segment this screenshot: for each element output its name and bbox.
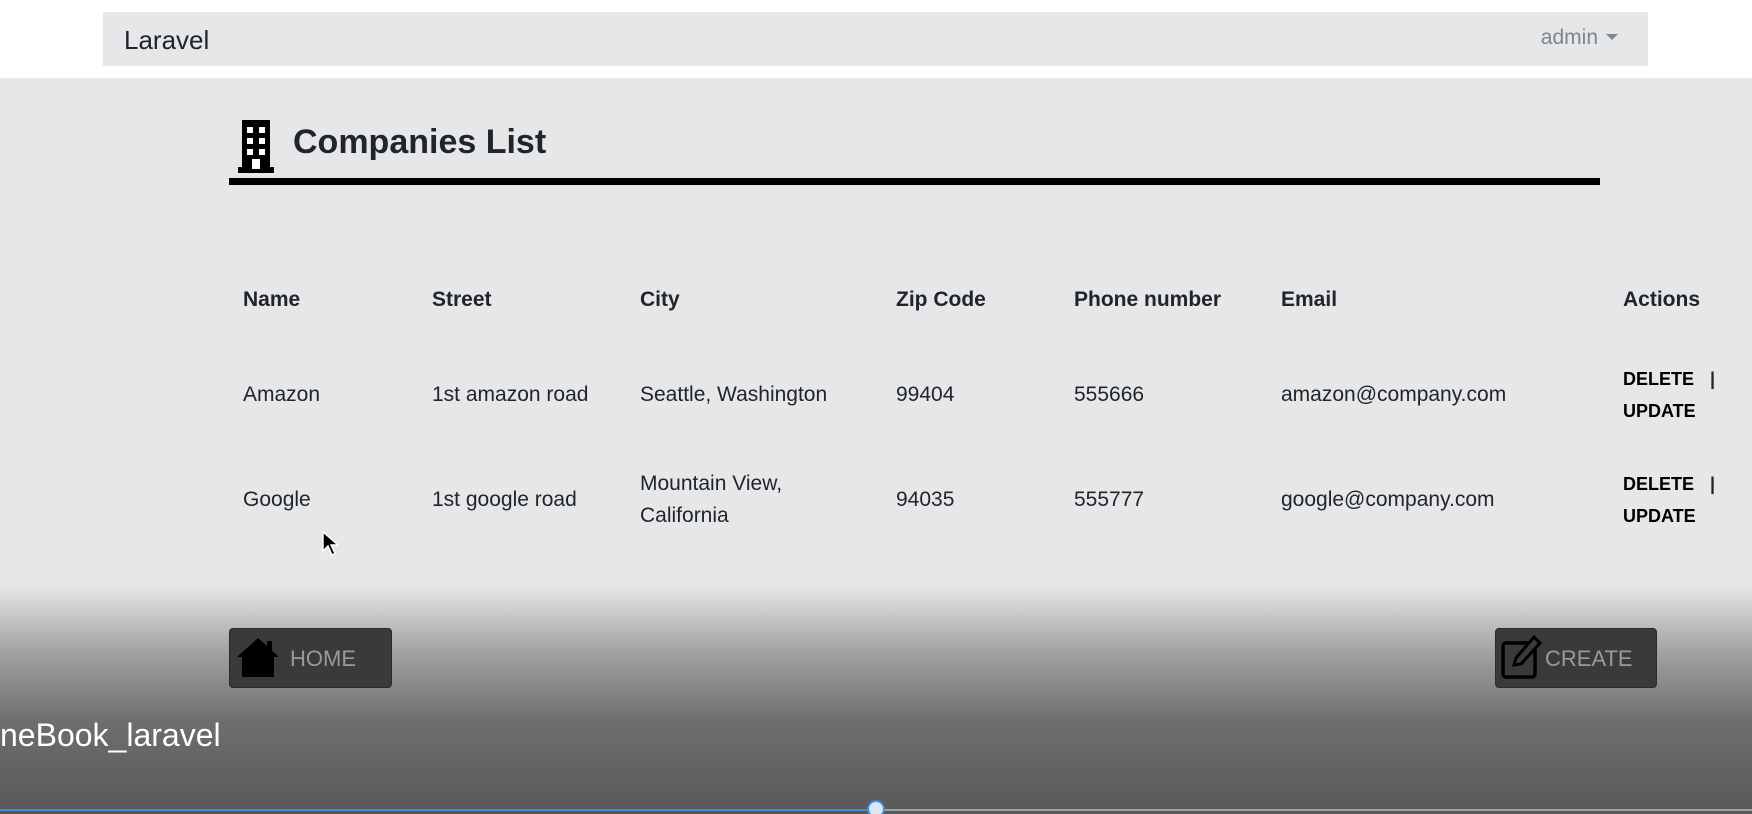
navbar-brand[interactable]: Laravel — [124, 25, 209, 56]
cell-actions: DELETE | UPDATE — [1609, 450, 1740, 550]
cell-actions: DELETE | UPDATE — [1609, 340, 1740, 450]
delete-link[interactable]: DELETE — [1623, 369, 1694, 389]
update-link[interactable]: UPDATE — [1623, 506, 1696, 526]
top-bar: Laravel admin — [0, 0, 1752, 78]
building-icon — [238, 120, 274, 173]
cell-city: Mountain View, California — [640, 472, 783, 527]
edit-icon — [1501, 634, 1543, 679]
column-header-phone: Phone number — [1074, 288, 1222, 311]
cell-zip: 94035 — [896, 488, 955, 511]
page-title: Companies List — [293, 123, 547, 161]
home-icon — [237, 638, 279, 677]
mouse-cursor-icon — [322, 531, 340, 556]
column-header-email: Email — [1281, 288, 1338, 311]
cell-street: 1st google road — [432, 488, 577, 511]
companies-table: Name Street City Zip Code Phone number E… — [229, 260, 1740, 550]
video-overlay-gradient — [0, 585, 1752, 814]
navbar: Laravel admin — [103, 12, 1648, 66]
home-button-label: HOME — [290, 646, 356, 671]
cell-phone: 555777 — [1074, 488, 1145, 511]
column-header-name: Name — [243, 288, 301, 311]
action-separator: | — [1710, 369, 1716, 389]
table-row: Amazon 1st amazon road Seattle, Washingt… — [229, 340, 1740, 450]
table-header: Name Street City Zip Code Phone number E… — [229, 260, 1740, 340]
page: Laravel admin Companies List Name Street… — [0, 0, 1752, 814]
user-menu-label: admin — [1540, 26, 1598, 49]
cell-email: google@company.com — [1281, 488, 1495, 511]
cell-street: 1st amazon road — [432, 383, 589, 406]
cell-name: Amazon — [243, 383, 321, 406]
home-button[interactable]: HOME — [229, 628, 392, 688]
action-separator: | — [1710, 474, 1716, 494]
cell-email: amazon@company.com — [1281, 383, 1507, 406]
cell-phone: 555666 — [1074, 383, 1145, 406]
update-link[interactable]: UPDATE — [1623, 401, 1696, 421]
column-header-actions: Actions — [1623, 288, 1701, 311]
delete-link[interactable]: DELETE — [1623, 474, 1694, 494]
table-row: Google 1st google road Mountain View, Ca… — [229, 450, 1740, 550]
column-header-city: City — [640, 288, 680, 311]
column-header-zip: Zip Code — [896, 288, 986, 311]
video-progress-handle[interactable] — [867, 800, 885, 814]
page-header: Companies List — [229, 112, 1600, 185]
column-header-street: Street — [432, 288, 492, 311]
title-divider — [229, 178, 1600, 185]
create-button[interactable]: CREATE — [1495, 628, 1657, 688]
table-body: Amazon 1st amazon road Seattle, Washingt… — [229, 340, 1740, 550]
video-progress-fill — [0, 809, 876, 811]
cell-zip: 99404 — [896, 383, 955, 406]
video-title: neBook_laravel — [0, 717, 221, 753]
cell-city: Seattle, Washington — [640, 383, 828, 406]
create-button-label: CREATE — [1545, 646, 1633, 671]
table-header-row: Name Street City Zip Code Phone number E… — [229, 260, 1740, 340]
caret-down-icon — [1606, 34, 1618, 40]
user-menu-toggle[interactable]: admin — [1541, 26, 1618, 50]
